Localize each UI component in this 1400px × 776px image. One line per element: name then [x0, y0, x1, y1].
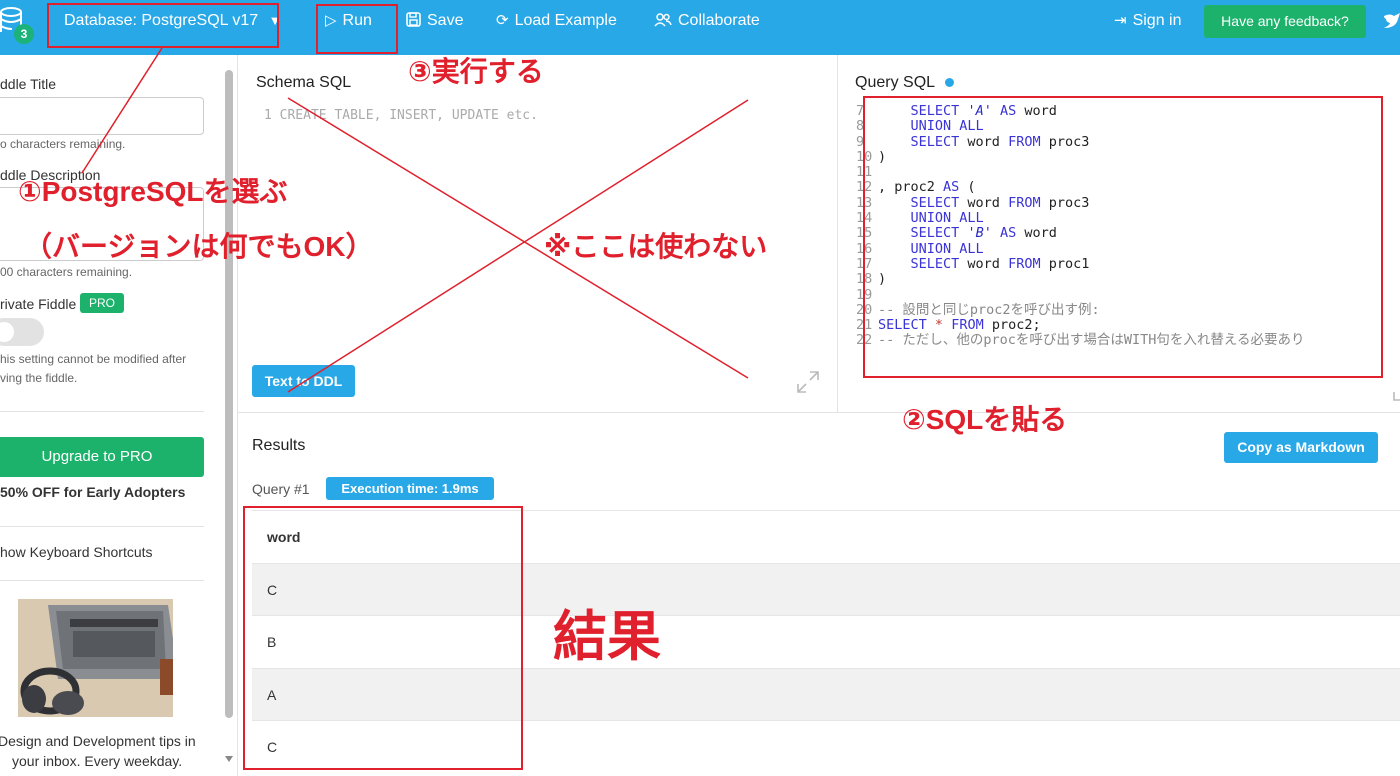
query-number-label: Query #1	[252, 481, 310, 497]
annotation-step3: ③実行する	[408, 56, 544, 87]
promo-image[interactable]	[18, 599, 173, 717]
sign-in-link[interactable]: ⇥ Sign in	[1114, 0, 1182, 42]
schema-sql-title: Schema SQL	[256, 74, 352, 91]
refresh-icon: ⟳	[496, 12, 509, 29]
feedback-button[interactable]: Have any feedback?	[1204, 5, 1366, 38]
annotation-unused-note: ※ここは使わない	[544, 231, 768, 262]
private-note-line1: his setting cannot be modified after	[0, 352, 187, 366]
keyboard-shortcuts-link[interactable]: how Keyboard Shortcuts	[0, 544, 153, 560]
annotation-box-run	[316, 4, 398, 54]
unsaved-dot-icon	[945, 78, 954, 87]
annotation-step2: ②SQLを貼る	[902, 404, 1068, 435]
query-sql-title: Query SQL	[855, 74, 936, 91]
results-title: Results	[252, 437, 306, 454]
sidebar-divider	[0, 411, 204, 412]
annotation-step1-line2: （バージョンは何でもOK）	[24, 231, 374, 262]
expand-icon[interactable]	[1392, 378, 1400, 402]
sidebar-scrollbar[interactable]	[225, 70, 233, 718]
fiddle-title-input[interactable]	[0, 97, 204, 135]
sidebar-divider	[0, 580, 204, 581]
execution-time-badge: Execution time: 1.9ms	[326, 477, 494, 500]
panel-divider	[837, 55, 838, 413]
expand-icon[interactable]	[796, 370, 820, 394]
promo-line1: Design and Development tips in	[0, 733, 196, 749]
desc-chars-remaining: 00 characters remaining.	[0, 265, 133, 279]
private-note-line2: ving the fiddle.	[0, 371, 78, 385]
annotation-box-database	[47, 3, 279, 48]
private-fiddle-label: rivate Fiddle	[0, 296, 77, 312]
twitter-icon[interactable]	[1384, 10, 1400, 32]
pro-badge: PRO	[80, 293, 124, 313]
sidebar-divider	[0, 526, 204, 527]
copy-as-markdown-button[interactable]: Copy as Markdown	[1224, 432, 1378, 463]
annotation-step1-line1: ①PostgreSQLを選ぶ	[18, 176, 288, 207]
sign-in-label: Sign in	[1132, 12, 1182, 29]
promo-line2: your inbox. Every weekday.	[12, 753, 183, 769]
schema-sql-editor[interactable]: 1 CREATE TABLE, INSERT, UPDATE etc.	[264, 108, 538, 123]
load-example-label: Load Example	[514, 12, 617, 29]
results-divider	[238, 412, 1400, 413]
annotation-box-query	[863, 96, 1383, 378]
collaborate-label: Collaborate	[678, 12, 760, 29]
save-label: Save	[427, 12, 464, 29]
scroll-down-icon[interactable]	[225, 756, 233, 762]
title-chars-remaining: o characters remaining.	[0, 137, 126, 151]
collaborate-button[interactable]: Collaborate	[654, 0, 760, 42]
annotation-result-note: 結果	[553, 607, 661, 667]
db-count-badge: 3	[14, 24, 34, 44]
upgrade-to-pro-button[interactable]: Upgrade to PRO	[0, 437, 204, 477]
annotation-box-results	[243, 506, 523, 770]
sidebar: ddle Title o characters remaining. ddle …	[0, 55, 238, 776]
discount-label: 50% OFF for Early Adopters	[0, 484, 186, 500]
users-icon	[654, 0, 672, 42]
save-button[interactable]: Save	[406, 0, 463, 42]
save-icon	[406, 0, 421, 42]
fiddle-title-label: ddle Title	[0, 76, 57, 92]
load-example-button[interactable]: ⟳ Load Example	[496, 0, 617, 42]
text-to-ddl-button[interactable]: Text to DDL	[252, 365, 355, 397]
private-fiddle-toggle[interactable]	[0, 318, 44, 346]
sign-in-icon: ⇥	[1114, 12, 1127, 29]
